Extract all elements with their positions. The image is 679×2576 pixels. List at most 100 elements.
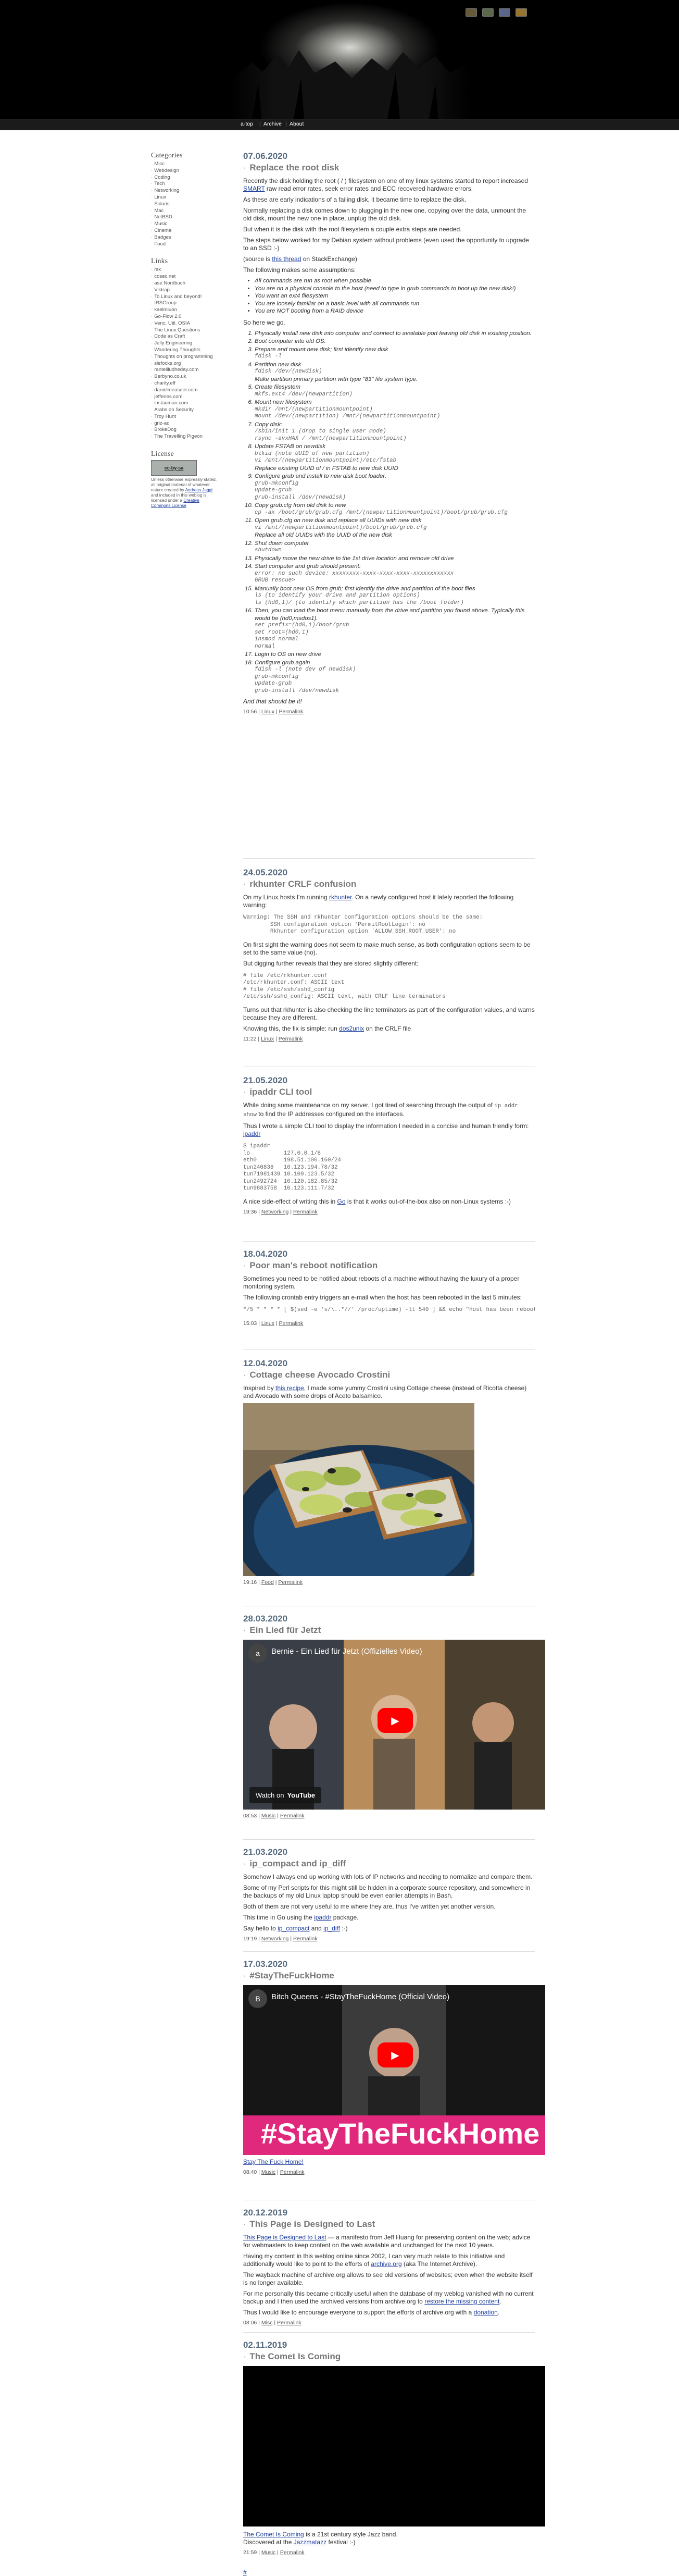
nav-about-link[interactable]: About bbox=[290, 121, 304, 127]
nav-archive-link[interactable]: Archive bbox=[263, 121, 282, 127]
blogroll-link[interactable]: BrokeDog bbox=[154, 427, 177, 432]
permalink[interactable]: Permalink bbox=[279, 1320, 304, 1327]
blogroll-link[interactable]: Berbyno.co.uk bbox=[154, 374, 186, 379]
channel-avatar-icon[interactable]: a bbox=[248, 1644, 267, 1663]
video-title[interactable]: Bernie - Ein Lied für Jetzt (Offizielles… bbox=[271, 1647, 422, 1656]
post-category-link[interactable]: Food bbox=[261, 1579, 274, 1586]
watch-on-youtube-button[interactable]: Watch on YouTube bbox=[249, 1787, 322, 1803]
go-link[interactable]: Go bbox=[337, 1198, 346, 1205]
code-line: /etc/ssh/sshd_config: ASCII text, with C… bbox=[243, 994, 446, 1000]
permalink[interactable]: Permalink bbox=[278, 1579, 303, 1586]
post-category-link[interactable]: Networking bbox=[261, 1209, 289, 1215]
manifesto-link[interactable]: This Page is Designed to Last bbox=[243, 2234, 326, 2241]
permalink[interactable]: Permalink bbox=[279, 1036, 303, 1042]
permalink[interactable]: Permalink bbox=[280, 1813, 305, 1819]
blogroll-link[interactable]: Venc. Util. OSIA bbox=[154, 320, 190, 326]
category-link[interactable]: Webdesign bbox=[154, 168, 179, 174]
category-link[interactable]: Linux bbox=[154, 194, 166, 200]
blogroll-link[interactable]: The Travelling Pigeon bbox=[154, 434, 203, 439]
category-link[interactable]: Food bbox=[154, 241, 166, 247]
blogroll-link[interactable]: Viktrap bbox=[154, 287, 170, 293]
dos2unix-link[interactable]: dos2unix bbox=[339, 1025, 364, 1032]
blogroll-link[interactable]: slefocks.org bbox=[154, 361, 181, 366]
post-category-link[interactable]: Music bbox=[261, 2549, 275, 2556]
category-link[interactable]: Tech bbox=[154, 181, 165, 187]
flag-icon[interactable] bbox=[482, 8, 494, 17]
archive-org-link[interactable]: archive.org bbox=[371, 2260, 401, 2268]
ipaddr-package-link[interactable]: ipaddr bbox=[314, 1914, 331, 1921]
youtube-embed[interactable]: a Bernie - Ein Lied für Jetzt (Offiziell… bbox=[243, 1640, 545, 1810]
smart-link[interactable]: SMART bbox=[243, 185, 265, 192]
blogroll-link[interactable]: The Linux Questions bbox=[154, 327, 200, 333]
blogroll-link[interactable]: ranteliludheday.com bbox=[154, 367, 198, 373]
permalink[interactable]: Permalink bbox=[293, 1209, 318, 1215]
post-category-link[interactable]: Linux bbox=[261, 1036, 274, 1042]
category-link[interactable]: NetBSD bbox=[154, 214, 172, 220]
code-line: # file /etc/rkhunter.conf bbox=[243, 972, 328, 979]
blogroll-link[interactable]: kaelmiuon bbox=[154, 307, 177, 313]
creative-commons-badge[interactable]: cc-by-sa bbox=[151, 460, 197, 476]
blogroll-link[interactable]: charity.eff bbox=[154, 380, 175, 386]
play-button-icon[interactable]: ▶ bbox=[378, 1708, 413, 1733]
blogroll-link[interactable]: rsk bbox=[154, 267, 161, 273]
blogroll-link[interactable]: Arabs on Security bbox=[154, 407, 194, 413]
post-category-link[interactable]: Music bbox=[261, 1813, 275, 1819]
blogroll-link[interactable]: Jelly Engineering bbox=[154, 340, 192, 346]
blogroll-link[interactable]: To Linux and beyond! bbox=[154, 294, 202, 300]
channel-avatar-icon[interactable]: B bbox=[248, 1989, 267, 2008]
recipe-link[interactable]: this recipe bbox=[275, 1384, 304, 1392]
permalink[interactable]: Permalink bbox=[280, 2549, 305, 2556]
permalink[interactable]: Permalink bbox=[279, 709, 304, 715]
post-category-link[interactable]: Linux bbox=[261, 1320, 274, 1327]
blogroll-link[interactable]: jefferies.com bbox=[154, 394, 182, 400]
rkhunter-link[interactable]: rkhunter bbox=[329, 894, 351, 901]
stay-home-link[interactable]: Stay The Fuck Home! bbox=[243, 2158, 304, 2165]
play-button-icon[interactable]: ▶ bbox=[378, 2042, 413, 2067]
blogroll-link[interactable]: instauman.com bbox=[154, 400, 188, 406]
blogroll-link[interactable]: ase Nordbuch bbox=[154, 280, 185, 286]
restore-content-link[interactable]: restore the missing content bbox=[424, 2298, 499, 2305]
festival-link[interactable]: Jazzmatazz bbox=[294, 2538, 326, 2546]
license-author-link[interactable]: Andreas Jaggi bbox=[185, 488, 212, 492]
ip-diff-link[interactable]: ip_diff bbox=[323, 1925, 340, 1932]
category-link[interactable]: Music bbox=[154, 221, 167, 227]
blogroll-link[interactable]: Go-Flow 2.0 bbox=[154, 314, 181, 319]
blogroll-link[interactable]: Thoughts on programming bbox=[154, 354, 213, 360]
flag-icon[interactable] bbox=[515, 8, 527, 17]
blogroll-link[interactable]: Code as Craft bbox=[154, 333, 185, 339]
ipaddr-link[interactable]: ipaddr bbox=[243, 1130, 260, 1137]
flag-icon[interactable] bbox=[466, 8, 477, 17]
blogroll-link[interactable]: IRSGroup bbox=[154, 300, 177, 306]
category-link[interactable]: Misc bbox=[154, 161, 165, 167]
permalink[interactable]: Permalink bbox=[280, 2169, 305, 2175]
post-category-link[interactable]: Networking bbox=[261, 1936, 289, 1942]
source-link[interactable]: this thread bbox=[272, 255, 301, 263]
post-category-link[interactable]: Music bbox=[261, 2169, 275, 2175]
category-link[interactable]: Mac bbox=[154, 208, 164, 214]
nav-top-link[interactable]: a-top bbox=[241, 121, 253, 127]
category-link[interactable]: Solaris bbox=[154, 201, 169, 207]
video-title[interactable]: Bitch Queens - #StayTheFuckHome (Officia… bbox=[271, 1992, 449, 2001]
video-embed[interactable] bbox=[243, 2366, 545, 2527]
donation-link[interactable]: donation bbox=[474, 2309, 498, 2316]
blogroll-link[interactable]: Wandering Thoughts bbox=[154, 347, 200, 353]
blogroll-link[interactable]: cosec.net bbox=[154, 274, 175, 279]
code-line: fdisk -l bbox=[255, 353, 282, 360]
ip-compact-link[interactable]: ip_compact bbox=[278, 1925, 309, 1932]
flag-icon[interactable] bbox=[499, 8, 510, 17]
category-link[interactable]: Badges bbox=[154, 234, 171, 240]
category-link[interactable]: Coding bbox=[154, 175, 170, 180]
youtube-embed[interactable]: B Bitch Queens - #StayTheFuckHome (Offic… bbox=[243, 1985, 545, 2155]
post-category-link[interactable]: Linux bbox=[261, 709, 274, 715]
bullet-icon: · bbox=[151, 274, 153, 280]
post-category-link[interactable]: Misc bbox=[261, 2320, 273, 2326]
permalink[interactable]: Permalink bbox=[293, 1936, 318, 1942]
permalink[interactable]: Permalink bbox=[277, 2320, 301, 2326]
band-link[interactable]: The Comet Is Coming bbox=[243, 2531, 304, 2538]
category-link[interactable]: Cinema bbox=[154, 228, 171, 233]
blogroll-link[interactable]: griz-ad bbox=[154, 420, 169, 426]
category-link[interactable]: Networking bbox=[154, 188, 179, 193]
blogroll-link[interactable]: Troy Hunt bbox=[154, 414, 176, 419]
blogroll-link[interactable]: danielmeasder.com bbox=[154, 387, 197, 393]
bullet-icon: · bbox=[151, 380, 153, 386]
